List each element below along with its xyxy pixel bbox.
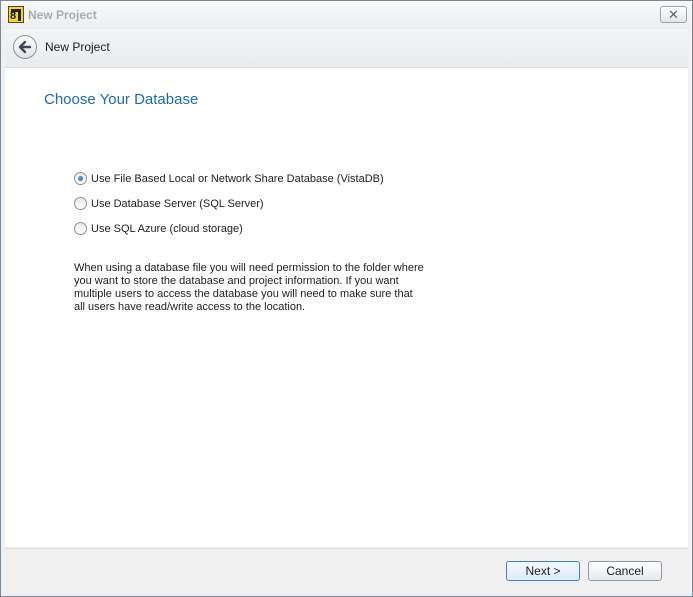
navigation-bar: New Project (5, 29, 688, 68)
close-icon: ✕ (668, 7, 679, 22)
back-arrow-icon (18, 40, 32, 54)
info-line: multiple users to access the database yo… (74, 288, 413, 300)
back-button[interactable] (13, 35, 37, 59)
radio-vistadb[interactable] (74, 172, 87, 185)
next-button[interactable]: Next > (506, 561, 580, 581)
option-label: Use File Based Local or Network Share Da… (91, 172, 384, 185)
app-icon: 8 (8, 6, 24, 23)
close-button[interactable]: ✕ (660, 6, 687, 23)
page-title: New Project (45, 40, 110, 54)
info-line: all users have read/write access to the … (74, 301, 306, 313)
window-title: New Project (28, 8, 97, 22)
option-vistadb[interactable]: Use File Based Local or Network Share Da… (74, 166, 384, 191)
info-line: you want to store the database and proje… (74, 275, 399, 287)
option-sql-azure[interactable]: Use SQL Azure (cloud storage) (74, 216, 384, 241)
footer-bar: Next > Cancel (5, 548, 688, 593)
title-bar[interactable]: 8 New Project ✕ (1, 1, 692, 29)
section-heading: Choose Your Database (44, 91, 199, 108)
main-content: Choose Your Database Use File Based Loca… (5, 68, 688, 547)
info-text: When using a database file you will need… (74, 262, 424, 314)
option-label: Use Database Server (SQL Server) (91, 197, 264, 210)
radio-sql-server[interactable] (74, 197, 87, 210)
new-project-window: 8 New Project ✕ New Project Choose Your … (0, 0, 693, 597)
option-sql-server[interactable]: Use Database Server (SQL Server) (74, 191, 384, 216)
cancel-button[interactable]: Cancel (588, 561, 662, 581)
option-label: Use SQL Azure (cloud storage) (91, 222, 243, 235)
radio-sql-azure[interactable] (74, 222, 87, 235)
info-line: When using a database file you will need… (74, 262, 424, 274)
database-options: Use File Based Local or Network Share Da… (74, 166, 384, 241)
